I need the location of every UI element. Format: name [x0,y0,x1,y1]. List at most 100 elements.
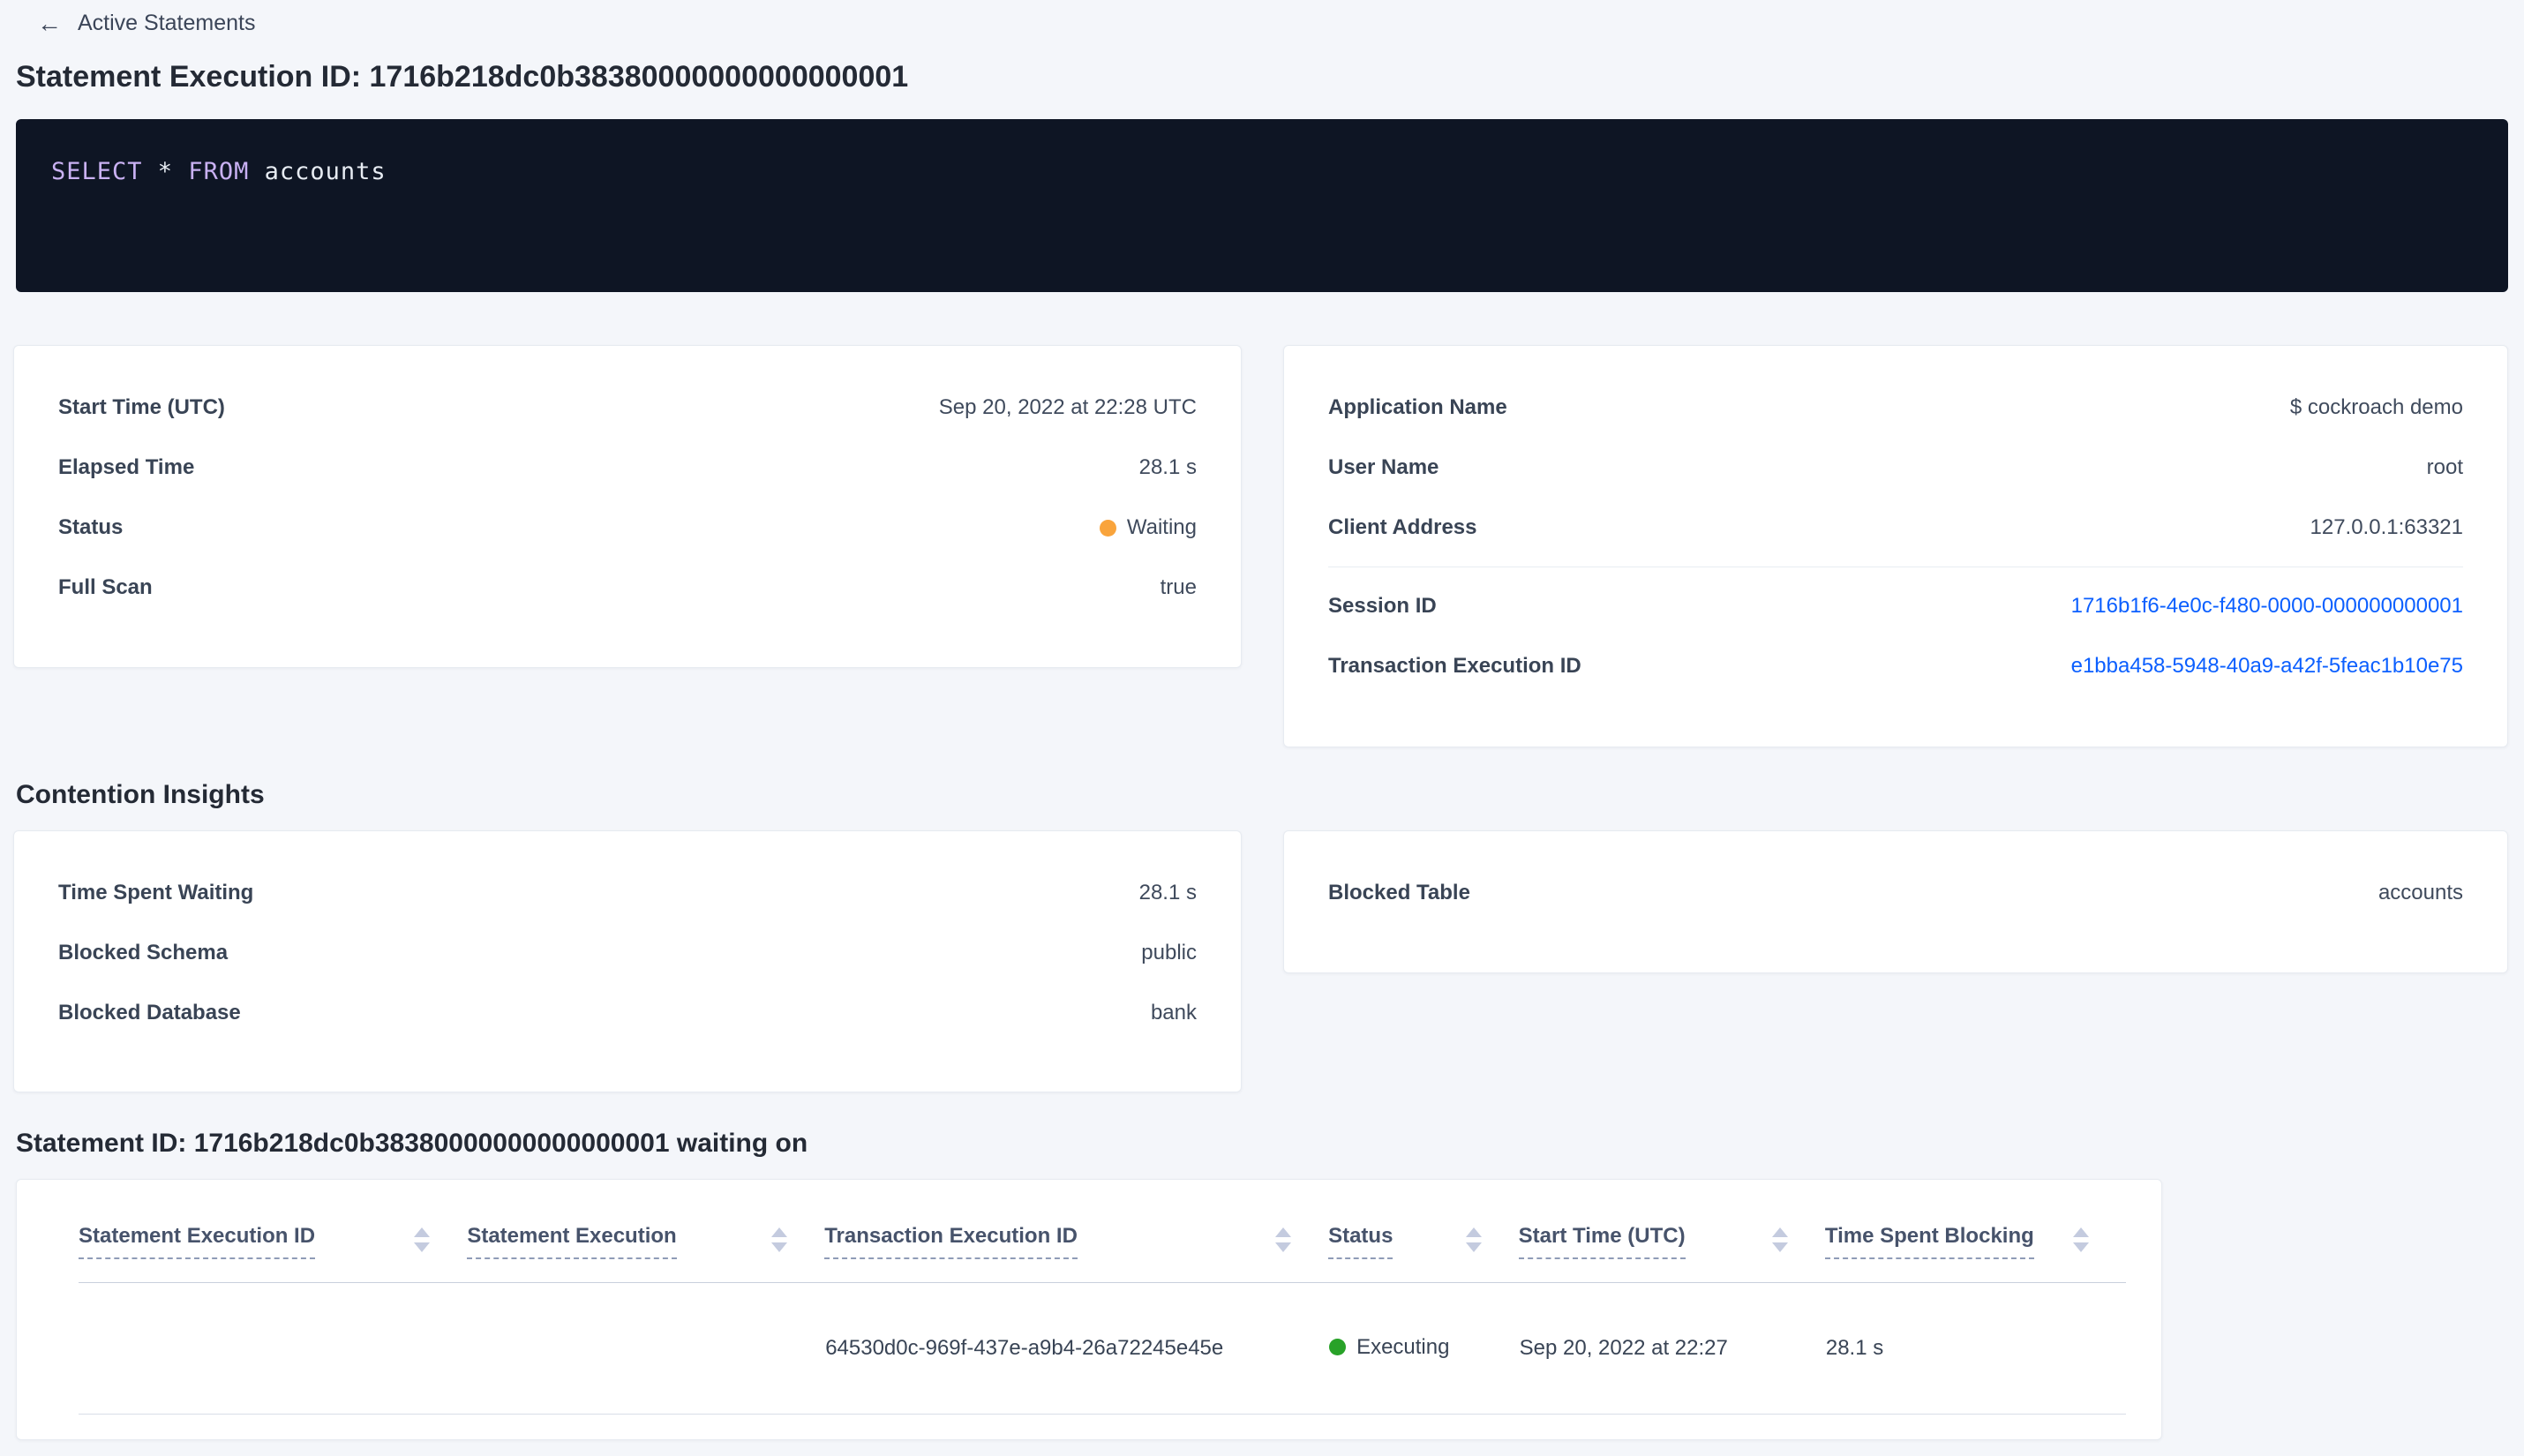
contention-waiting-card: Time Spent Waiting 28.1 s Blocked Schema… [13,830,1242,1092]
detail-value: accounts [2378,881,2463,904]
detail-row-user-name: User Name root [1328,438,2463,498]
sql-text: accounts [249,158,387,185]
sort-desc-icon [771,1242,788,1252]
execution-details-card: Start Time (UTC) Sep 20, 2022 at 22:28 U… [13,345,1242,668]
detail-label: Transaction Execution ID [1328,654,1581,678]
sort-desc-icon [2073,1242,2089,1252]
transaction-execution-id-link[interactable]: e1bba458-5948-40a9-a42f-5feac1b10e75 [2071,654,2463,679]
overview-cards-row: Start Time (UTC) Sep 20, 2022 at 22:28 U… [13,345,2508,747]
detail-row-start-time: Start Time (UTC) Sep 20, 2022 at 22:28 U… [58,378,1197,438]
contention-cards-row: Time Spent Waiting 28.1 s Blocked Schema… [13,830,2508,1092]
sort-desc-icon [414,1242,431,1252]
arrow-left-icon: ← [37,9,62,37]
detail-value: 127.0.0.1:63321 [2310,515,2464,539]
detail-row-full-scan: Full Scan true [58,558,1197,618]
table-row: 64530d0c-969f-437e-a9b4-26a72245e45e Exe… [79,1282,2126,1415]
sort-icon[interactable] [1275,1227,1292,1252]
waiting-on-heading: Statement ID: 1716b218dc0b38380000000000… [16,1129,808,1158]
column-header-label: Statement Execution [467,1224,677,1259]
detail-row-blocked-database: Blocked Database bank [58,983,1197,1043]
sql-keyword: SELECT [51,158,143,185]
column-header-start-time-utc[interactable]: Start Time (UTC) [1518,1180,1825,1283]
detail-row-time-spent-waiting: Time Spent Waiting 28.1 s [58,863,1197,923]
detail-row-session-id: Session ID 1716b1f6-4e0c-f480-0000-00000… [1328,576,2463,636]
sort-asc-icon [1771,1227,1788,1237]
detail-value: root [2426,455,2463,479]
sql-statement: SELECT * FROM accounts [51,158,387,185]
sql-keyword: FROM [188,158,250,185]
detail-value: Sep 20, 2022 at 22:28 UTC [938,395,1197,419]
detail-label: User Name [1328,455,1439,479]
detail-value: true [1160,575,1197,599]
sort-icon[interactable] [2073,1227,2089,1252]
active-statement-details-page: ← Active Statements Statement Execution … [0,0,2524,1456]
sort-desc-icon [1771,1242,1788,1252]
detail-label: Blocked Schema [58,941,229,964]
detail-row-blocked-schema: Blocked Schema public [58,923,1197,983]
detail-row-transaction-execution-id: Transaction Execution ID e1bba458-5948-4… [1328,636,2463,696]
detail-label: Session ID [1328,594,1437,618]
waiting-on-table-card: Statement Execution ID Statement Executi… [16,1179,2162,1440]
detail-value: 28.1 s [1138,881,1197,904]
status-executing-dot-icon [1329,1339,1347,1356]
page-title: Statement Execution ID: 1716b218dc0b3838… [16,60,909,94]
column-header-time-spent-blocking[interactable]: Time Spent Blocking [1824,1180,2126,1283]
detail-label: Time Spent Waiting [58,881,254,904]
detail-value: $ cockroach demo [2289,395,2463,419]
detail-label: Elapsed Time [58,455,195,479]
sort-asc-icon [771,1227,788,1237]
detail-label: Blocked Database [58,1001,241,1024]
sort-desc-icon [1275,1242,1292,1252]
sort-icon[interactable] [1465,1227,1482,1252]
table-header-row: Statement Execution ID Statement Executi… [79,1180,2126,1283]
detail-label: Application Name [1328,395,1507,419]
detail-row-status: Status Waiting [58,498,1197,558]
column-header-label: Time Spent Blocking [1824,1224,2034,1259]
detail-label: Start Time (UTC) [58,395,225,419]
detail-row-elapsed-time: Elapsed Time 28.1 s [58,438,1197,498]
status-badge: Executing [1329,1335,1449,1360]
cell-status: Executing [1328,1282,1519,1415]
column-header-status[interactable]: Status [1328,1180,1519,1283]
sort-asc-icon [1465,1227,1482,1237]
detail-value: 28.1 s [1138,455,1197,479]
column-header-label: Start Time (UTC) [1518,1224,1686,1259]
contention-blocked-table-card: Blocked Table accounts [1283,830,2508,973]
sql-text: * [142,158,189,185]
cell-time-spent-blocking: 28.1 s [1824,1282,2126,1415]
sort-desc-icon [1465,1242,1482,1252]
column-header-statement-execution[interactable]: Statement Execution [467,1180,825,1283]
detail-label: Client Address [1328,515,1477,539]
status-value: Executing [1356,1334,1450,1359]
sql-statement-box: SELECT * FROM accounts [16,119,2508,292]
status-waiting-dot-icon [1099,519,1116,537]
detail-label: Full Scan [58,575,153,599]
sort-icon[interactable] [414,1227,431,1252]
column-header-transaction-execution-id[interactable]: Transaction Execution ID [824,1180,1329,1283]
column-header-statement-execution-id[interactable]: Statement Execution ID [79,1180,468,1283]
sort-icon[interactable] [1771,1227,1788,1252]
detail-row-application-name: Application Name $ cockroach demo [1328,378,2463,438]
sort-asc-icon [2073,1227,2089,1237]
waiting-on-table: Statement Execution ID Statement Executi… [79,1180,2126,1415]
cell-start-time-utc: Sep 20, 2022 at 22:27 [1518,1282,1825,1415]
cell-statement-execution-id [79,1282,468,1415]
sort-asc-icon [1275,1227,1292,1237]
session-id-link[interactable]: 1716b1f6-4e0c-f480-0000-000000000001 [2071,594,2463,619]
detail-label: Status [58,515,124,539]
sort-asc-icon [414,1227,431,1237]
detail-value: bank [1150,1001,1197,1024]
detail-row-client-address: Client Address 127.0.0.1:63321 [1328,498,2463,558]
column-header-label: Statement Execution ID [79,1224,316,1259]
detail-row-blocked-table: Blocked Table accounts [1328,863,2463,923]
sort-icon[interactable] [771,1227,788,1252]
back-link-label: Active Statements [78,11,256,35]
detail-value: public [1141,941,1197,964]
column-header-label: Transaction Execution ID [824,1224,1078,1259]
column-header-label: Status [1328,1224,1393,1259]
cell-transaction-execution-id: 64530d0c-969f-437e-a9b4-26a72245e45e [824,1282,1329,1415]
status-badge: Waiting [1099,515,1197,540]
back-to-active-statements-link[interactable]: ← Active Statements [37,11,255,36]
contention-insights-heading: Contention Insights [16,780,265,809]
detail-label: Blocked Table [1328,881,1470,904]
